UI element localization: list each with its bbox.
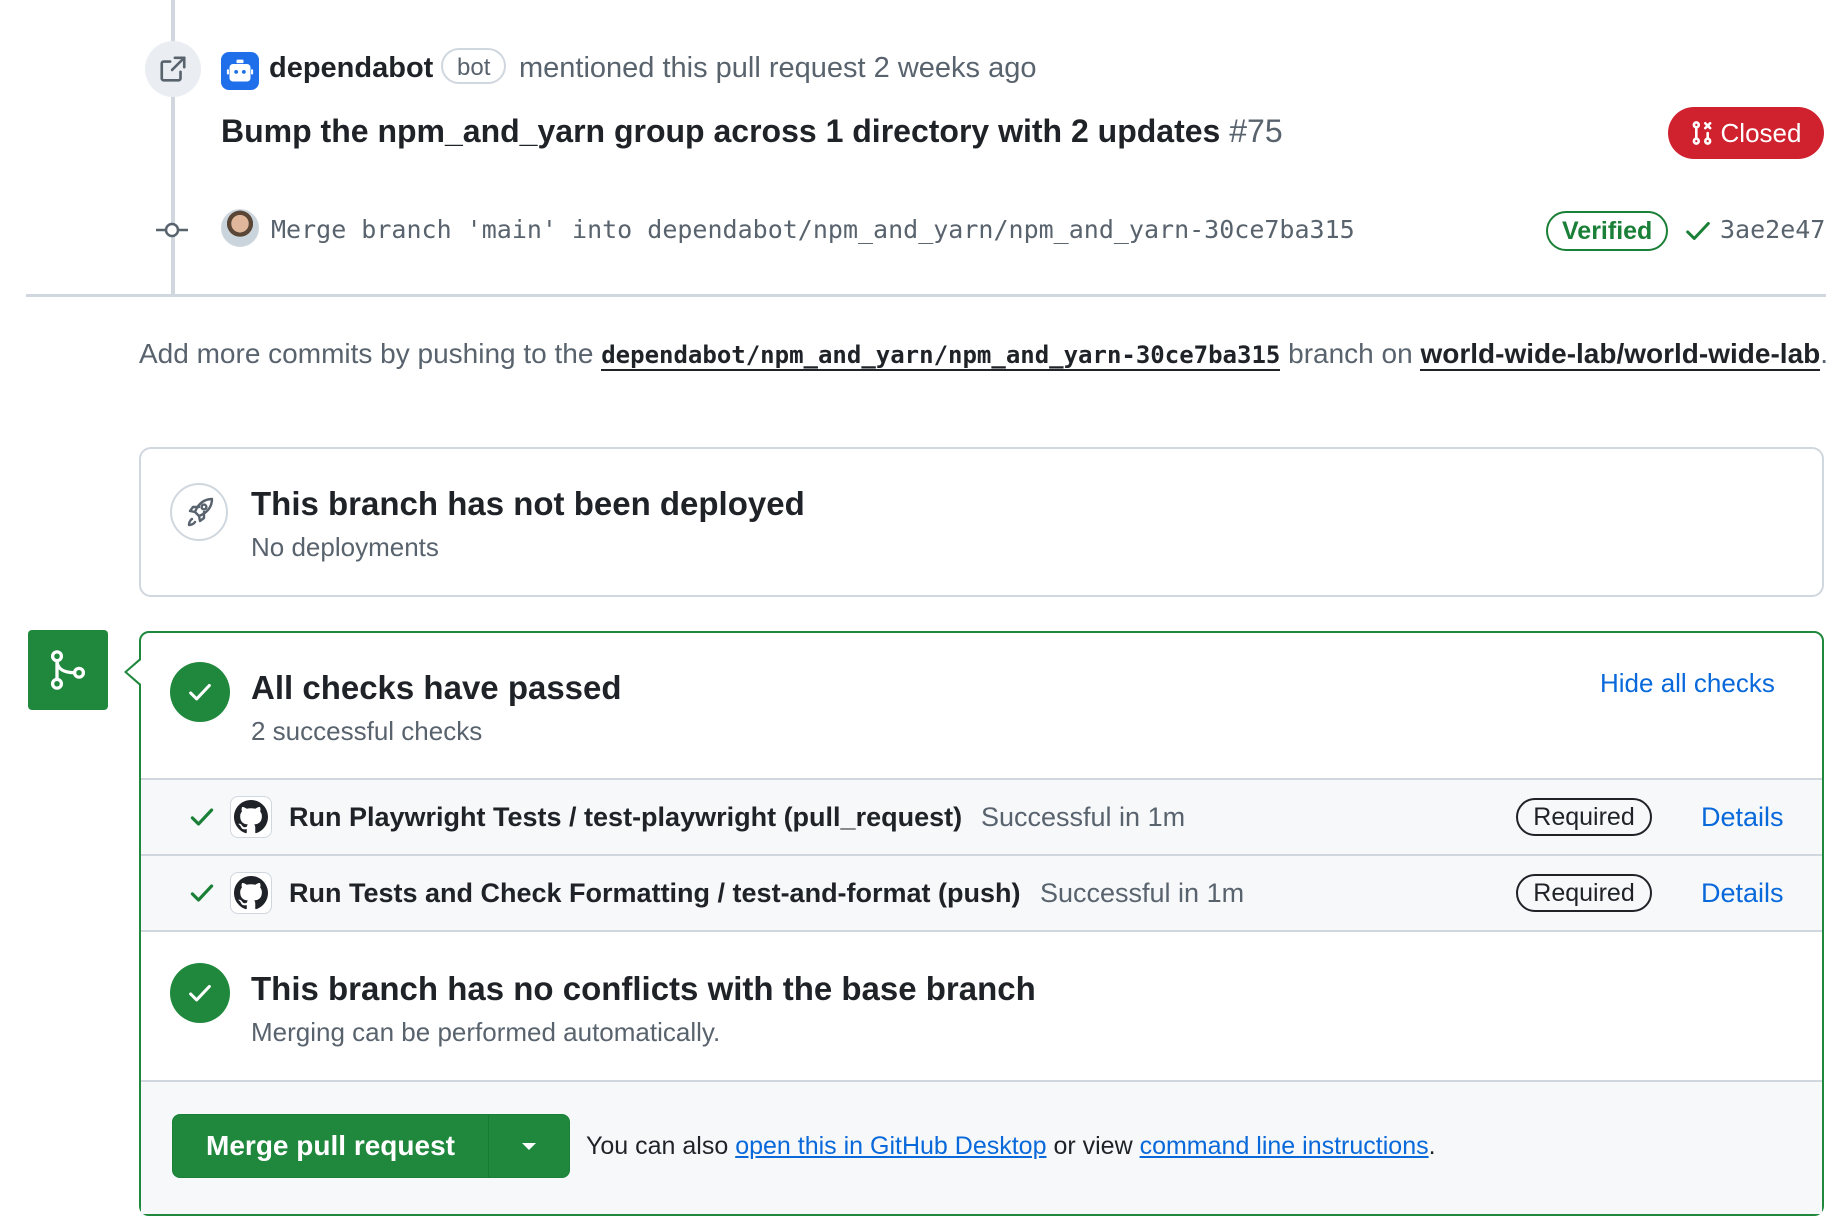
push-hint-suffix: . [1820,338,1829,369]
verified-badge[interactable]: Verified [1546,211,1669,251]
cross-reference-badge [145,41,201,97]
commit-message[interactable]: Merge branch 'main' into dependabot/npm_… [271,212,1355,248]
merge-pull-request-button[interactable]: Merge pull request [173,1115,489,1177]
check-details-link[interactable]: Details [1701,797,1784,837]
push-hint-middle: branch on [1288,338,1413,369]
merge-status-badge [28,630,108,710]
deployment-badge [170,483,228,541]
check-name[interactable]: Run Tests and Check Formatting / test-an… [289,873,1021,913]
check-details-link[interactable]: Details [1701,873,1784,913]
cross-reference-icon [160,56,186,82]
referenced-pr-number[interactable]: #75 [1229,113,1282,149]
caret-down-icon [522,1143,536,1150]
github-actions-logo [230,872,272,914]
checks-title: All checks have passed [251,669,622,706]
footer-suffix: . [1428,1132,1436,1160]
required-badge: Required [1516,798,1652,836]
author-name[interactable]: dependabot [269,48,433,88]
timeline-divider [26,294,1826,297]
row-separator [141,930,1822,932]
conflicts-status-icon [170,963,230,1023]
referenced-pr-title[interactable]: Bump the npm_and_yarn group across 1 dir… [221,110,1283,152]
bot-icon [226,59,254,82]
required-badge: Required [1516,874,1652,912]
check-success-icon [190,808,214,826]
command-line-instructions-link[interactable]: command line instructions [1140,1132,1429,1160]
github-icon [234,800,268,834]
github-actions-logo [230,796,272,838]
merge-box-pointer-fill [127,660,141,684]
open-in-desktop-link[interactable]: open this in GitHub Desktop [735,1132,1046,1160]
commit-check-icon[interactable] [1683,216,1713,246]
branch-name-link[interactable]: dependabot/npm_and_yarn/npm_and_yarn-30c… [601,341,1281,371]
referenced-pr-title-text[interactable]: Bump the npm_and_yarn group across 1 dir… [221,113,1220,149]
check-status: Successful in 1m [1040,878,1245,908]
bot-label: bot [441,48,507,84]
footer-middle: or view [1053,1132,1133,1160]
push-hint-prefix: Add more commits by pushing to the [139,338,594,369]
merge-footer-text: You can also open this in GitHub Desktop… [586,1128,1436,1164]
merge-method-dropdown[interactable] [489,1115,569,1177]
github-icon [234,876,268,910]
checks-subtitle: 2 successful checks [251,716,483,746]
check-icon [189,683,211,701]
deployment-title: This branch has not been deployed [251,485,805,522]
dependabot-avatar[interactable] [221,52,259,90]
hide-checks-link[interactable]: Hide all checks [1600,665,1775,701]
check-icon [189,984,211,1002]
conflicts-title: This branch has no conflicts with the ba… [251,970,1036,1007]
footer-prefix: You can also [586,1132,729,1160]
commit-sha[interactable]: 3ae2e47 [1720,212,1825,248]
push-hint: Add more commits by pushing to the depen… [139,333,1829,376]
repo-link[interactable]: world-wide-lab/world-wide-lab [1420,338,1821,371]
check-status: Successful in 1m [981,802,1186,832]
deployment-subtitle: No deployments [251,532,439,562]
commit-node-icon [156,222,188,238]
mention-action-text: mentioned this pull request 2 weeks ago [519,52,1037,84]
pr-state-label: Closed [1720,117,1802,148]
check-success-icon [190,884,214,902]
pr-closed-icon [1692,121,1711,145]
checks-status-icon [170,662,230,722]
merge-button-group: Merge pull request [172,1114,570,1178]
check-name[interactable]: Run Playwright Tests / test-playwright (… [289,797,962,837]
rocket-icon [187,497,214,527]
pr-state-badge: Closed [1668,107,1824,159]
conflicts-subtitle: Merging can be performed automatically. [251,1017,721,1047]
git-merge-icon [50,650,86,690]
committer-avatar[interactable] [221,209,259,247]
